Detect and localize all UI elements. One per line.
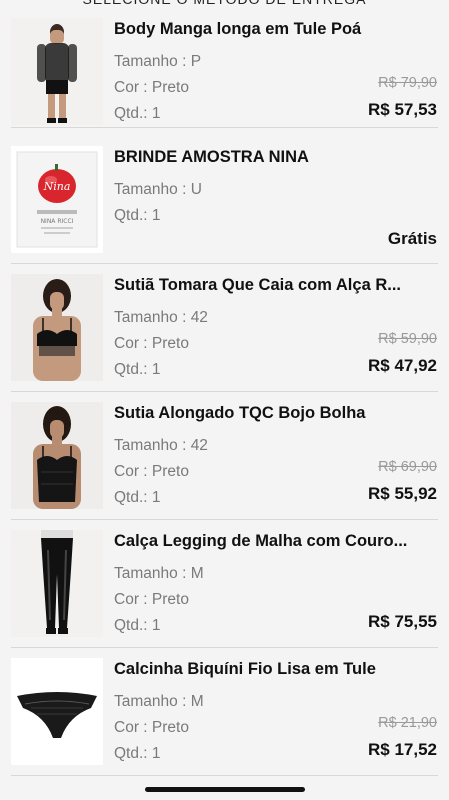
product-image[interactable] (11, 530, 103, 637)
product-photo-panty (11, 658, 103, 765)
color-value: Preto (151, 335, 189, 352)
product-quantity: Qtd.: 1 (114, 105, 161, 123)
size-label: Tamanho : (114, 693, 191, 710)
sale-price: R$ 75,55 (368, 612, 437, 631)
qty-label: Qtd.: (114, 745, 152, 762)
product-quantity: Qtd.: 1 (114, 361, 161, 379)
color-label: Cor : (114, 335, 152, 352)
product-quantity: Qtd.: 1 (114, 489, 161, 507)
sample-brand-name: NINA RICCI (41, 218, 74, 225)
product-title[interactable]: Sutiã Tomara Que Caia com Alça R... (114, 276, 438, 295)
sample-brand-script: Nina (43, 180, 71, 193)
item-divider (11, 775, 438, 776)
product-size: Tamanho : U (114, 181, 202, 199)
product-color: Cor : Preto (114, 591, 189, 609)
size-value: P (190, 53, 202, 70)
qty-value: 1 (151, 617, 161, 634)
product-color: Cor : Preto (114, 463, 189, 481)
color-value: Preto (151, 463, 189, 480)
product-size: Tamanho : M (114, 693, 204, 711)
original-price: R$ 21,90 (378, 715, 437, 731)
product-image[interactable] (11, 274, 103, 381)
home-indicator[interactable] (145, 787, 305, 792)
product-quantity: Qtd.: 1 (114, 745, 161, 763)
color-label: Cor : (114, 463, 152, 480)
product-photo-bra (11, 274, 103, 381)
product-color: Cor : Preto (114, 79, 189, 97)
size-label: Tamanho : (114, 181, 191, 198)
product-image[interactable]: Nina NINA RICCI (11, 146, 103, 253)
product-title[interactable]: BRINDE AMOSTRA NINA (114, 148, 438, 167)
product-photo-legging (11, 530, 103, 637)
product-photo-bustier (11, 402, 103, 509)
product-image[interactable] (11, 18, 103, 125)
sale-price: R$ 57,53 (368, 100, 437, 119)
product-size: Tamanho : M (114, 565, 204, 583)
color-value: Preto (151, 719, 189, 736)
product-title[interactable]: Body Manga longa em Tule Poá (114, 20, 438, 39)
color-label: Cor : (114, 719, 152, 736)
color-value: Preto (151, 591, 189, 608)
product-photo-sample: Nina NINA RICCI (11, 146, 103, 253)
sale-price: R$ 17,52 (368, 740, 437, 759)
cart-item[interactable]: Calcinha Biquíni Fio Lisa em Tule Tamanh… (0, 648, 449, 776)
qty-label: Qtd.: (114, 105, 152, 122)
product-quantity: Qtd.: 1 (114, 207, 161, 225)
product-color: Cor : Preto (114, 719, 189, 737)
qty-label: Qtd.: (114, 489, 152, 506)
size-value: U (190, 181, 202, 198)
size-label: Tamanho : (114, 565, 191, 582)
original-price: R$ 79,90 (378, 75, 437, 91)
size-label: Tamanho : (114, 309, 191, 326)
color-value: Preto (151, 79, 189, 96)
product-image[interactable] (11, 658, 103, 765)
size-label: Tamanho : (114, 53, 191, 70)
cart-item[interactable]: Sutia Alongado TQC Bojo Bolha Tamanho : … (0, 392, 449, 520)
product-size: Tamanho : P (114, 53, 201, 71)
color-label: Cor : (114, 591, 152, 608)
size-value: M (190, 565, 204, 582)
cart-item[interactable]: Nina NINA RICCI BRINDE AMOSTRA NINA Tama… (0, 136, 449, 264)
size-value: 42 (190, 309, 208, 326)
qty-value: 1 (151, 361, 161, 378)
qty-value: 1 (151, 745, 161, 762)
product-title[interactable]: Calça Legging de Malha com Couro... (114, 532, 438, 551)
qty-value: 1 (151, 489, 161, 506)
cart-item[interactable]: Body Manga longa em Tule Poá Tamanho : P… (0, 0, 449, 128)
qty-label: Qtd.: (114, 617, 152, 634)
product-title[interactable]: Calcinha Biquíni Fio Lisa em Tule (114, 660, 438, 679)
size-value: M (190, 693, 204, 710)
product-photo-body (11, 18, 103, 125)
product-image[interactable] (11, 402, 103, 509)
size-value: 42 (190, 437, 208, 454)
product-size: Tamanho : 42 (114, 309, 208, 327)
sale-price: R$ 55,92 (368, 484, 437, 503)
original-price: R$ 69,90 (378, 459, 437, 475)
qty-value: 1 (151, 105, 161, 122)
product-size: Tamanho : 42 (114, 437, 208, 455)
qty-label: Qtd.: (114, 207, 152, 224)
product-quantity: Qtd.: 1 (114, 617, 161, 635)
product-color: Cor : Preto (114, 335, 189, 353)
sale-price: R$ 47,92 (368, 356, 437, 375)
product-title[interactable]: Sutia Alongado TQC Bojo Bolha (114, 404, 438, 423)
sale-price: Grátis (387, 229, 437, 248)
color-label: Cor : (114, 79, 152, 96)
qty-label: Qtd.: (114, 361, 152, 378)
cart-item[interactable]: Calça Legging de Malha com Couro... Tama… (0, 520, 449, 648)
cart-item[interactable]: Sutiã Tomara Que Caia com Alça R... Tama… (0, 264, 449, 392)
item-divider (11, 127, 438, 128)
original-price: R$ 59,90 (378, 331, 437, 347)
qty-value: 1 (151, 207, 161, 224)
size-label: Tamanho : (114, 437, 191, 454)
